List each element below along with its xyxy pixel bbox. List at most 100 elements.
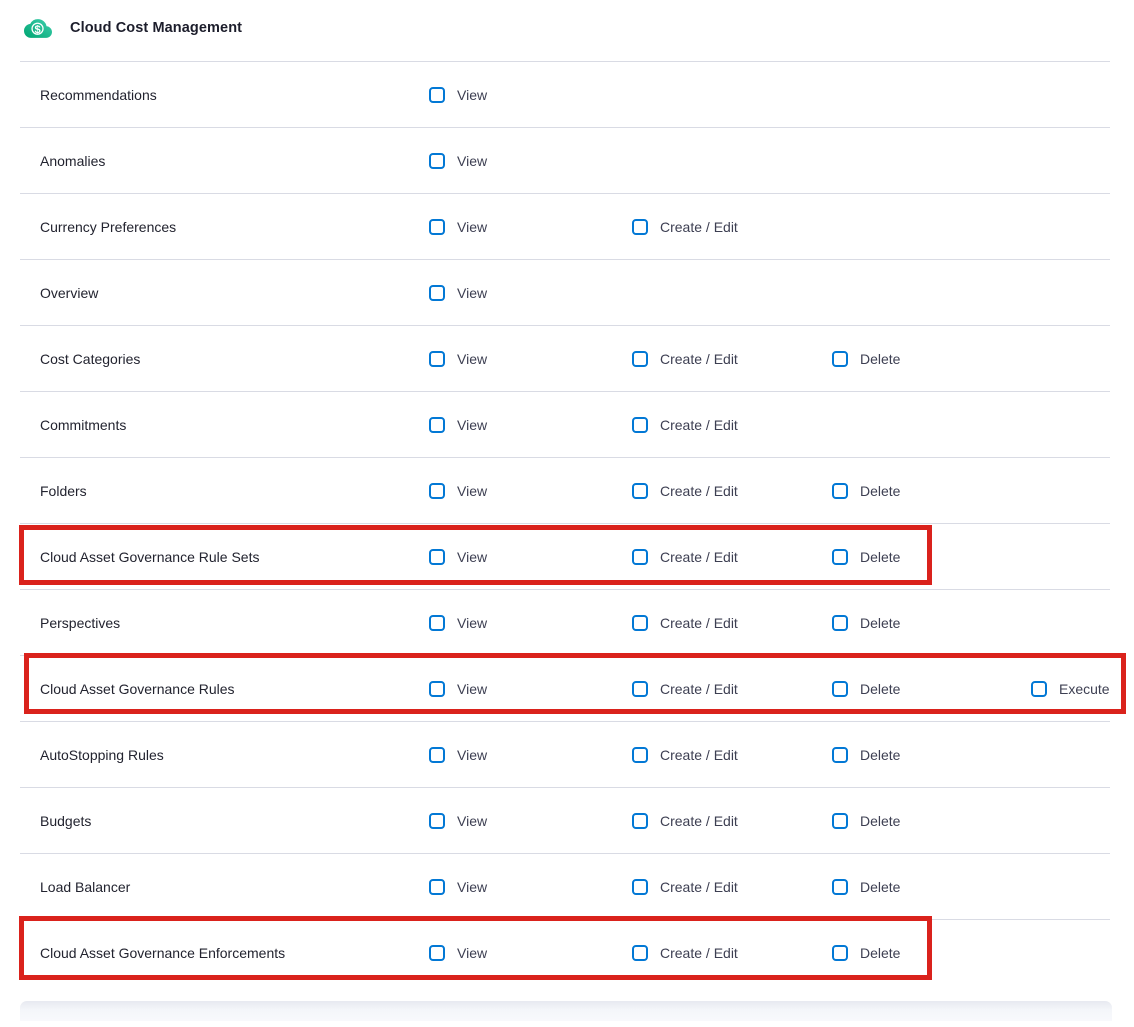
create-edit-cell: Create / Edit (632, 747, 832, 763)
checkbox-icon[interactable] (429, 549, 445, 565)
checkbox-icon[interactable] (832, 945, 848, 961)
checkbox-icon[interactable] (832, 549, 848, 565)
checkbox-icon[interactable] (429, 879, 445, 895)
section-header: $ Cloud Cost Management (24, 11, 242, 45)
checkbox-icon[interactable] (429, 351, 445, 367)
checkbox-icon[interactable] (832, 483, 848, 499)
view-cell: View (429, 549, 632, 565)
checkbox-icon[interactable] (429, 153, 445, 169)
checkbox-icon[interactable] (429, 219, 445, 235)
checkbox-label: View (457, 615, 487, 631)
view-cell: View (429, 813, 632, 829)
checkbox-icon[interactable] (632, 879, 648, 895)
create-edit-checkbox[interactable]: Create / Edit (632, 351, 738, 367)
delete-checkbox[interactable]: Delete (832, 351, 900, 367)
delete-checkbox[interactable]: Delete (832, 747, 900, 763)
execute-checkbox[interactable]: Execute (1031, 681, 1110, 697)
delete-cell: Delete (832, 747, 1031, 763)
delete-cell: Delete (832, 483, 1031, 499)
checkbox-icon[interactable] (632, 219, 648, 235)
create-edit-checkbox[interactable]: Create / Edit (632, 879, 738, 895)
checkbox-icon[interactable] (832, 879, 848, 895)
view-checkbox[interactable]: View (429, 813, 487, 829)
delete-checkbox[interactable]: Delete (832, 813, 900, 829)
checkbox-icon[interactable] (429, 813, 445, 829)
permission-row: Anomalies View (20, 127, 1110, 193)
create-edit-checkbox[interactable]: Create / Edit (632, 219, 738, 235)
delete-checkbox[interactable]: Delete (832, 945, 900, 961)
checkbox-icon[interactable] (429, 285, 445, 301)
permission-row: OverviewView (20, 259, 1110, 325)
view-checkbox[interactable]: View (429, 285, 487, 301)
view-checkbox[interactable]: View (429, 219, 487, 235)
view-checkbox[interactable]: View (429, 747, 487, 763)
checkbox-label: Delete (860, 681, 900, 697)
resource-name: AutoStopping Rules (40, 747, 164, 763)
create-edit-checkbox[interactable]: Create / Edit (632, 945, 738, 961)
checkbox-label: Delete (860, 615, 900, 631)
checkbox-icon[interactable] (832, 813, 848, 829)
view-cell: View (429, 219, 632, 235)
checkbox-icon[interactable] (832, 615, 848, 631)
checkbox-icon[interactable] (429, 681, 445, 697)
checkbox-icon[interactable] (429, 747, 445, 763)
create-edit-checkbox[interactable]: Create / Edit (632, 417, 738, 433)
checkbox-icon[interactable] (832, 351, 848, 367)
checkbox-icon[interactable] (1031, 681, 1047, 697)
delete-checkbox[interactable]: Delete (832, 483, 900, 499)
checkbox-label: Delete (860, 483, 900, 499)
checkbox-icon[interactable] (429, 945, 445, 961)
checkbox-icon[interactable] (632, 483, 648, 499)
view-checkbox[interactable]: View (429, 483, 487, 499)
delete-checkbox[interactable]: Delete (832, 549, 900, 565)
checkbox-icon[interactable] (832, 747, 848, 763)
checkbox-icon[interactable] (429, 417, 445, 433)
view-checkbox[interactable]: View (429, 351, 487, 367)
checkbox-icon[interactable] (632, 747, 648, 763)
checkbox-icon[interactable] (632, 945, 648, 961)
delete-checkbox[interactable]: Delete (832, 681, 900, 697)
checkbox-icon[interactable] (832, 681, 848, 697)
permission-row: Cloud Asset Governance RulesViewCreate /… (20, 655, 1110, 721)
view-checkbox[interactable]: View (429, 87, 487, 103)
checkbox-icon[interactable] (632, 615, 648, 631)
view-cell: View (429, 615, 632, 631)
permissions-page: $ Cloud Cost Management RecommendationsV… (0, 0, 1134, 1027)
checkbox-icon[interactable] (632, 813, 648, 829)
checkbox-icon[interactable] (429, 615, 445, 631)
section-title: Cloud Cost Management (70, 20, 242, 36)
permission-row: Cost CategoriesViewCreate / EditDelete (20, 325, 1110, 391)
delete-checkbox[interactable]: Delete (832, 615, 900, 631)
view-checkbox[interactable]: View (429, 945, 487, 961)
checkbox-icon[interactable] (429, 483, 445, 499)
checkbox-icon[interactable] (429, 87, 445, 103)
permission-row: CommitmentsViewCreate / Edit (20, 391, 1110, 457)
view-checkbox[interactable]: View (429, 615, 487, 631)
view-checkbox[interactable]: View (429, 417, 487, 433)
checkbox-label: View (457, 87, 487, 103)
view-checkbox[interactable]: View (429, 879, 487, 895)
create-edit-cell: Create / Edit (632, 945, 832, 961)
view-checkbox[interactable]: View (429, 681, 487, 697)
checkbox-icon[interactable] (632, 681, 648, 697)
checkbox-icon[interactable] (632, 549, 648, 565)
create-edit-cell: Create / Edit (632, 483, 832, 499)
create-edit-checkbox[interactable]: Create / Edit (632, 681, 738, 697)
view-cell: View (429, 417, 632, 433)
view-checkbox[interactable]: View (429, 153, 487, 169)
checkbox-label: Delete (860, 351, 900, 367)
permission-row: Currency PreferencesViewCreate / Edit (20, 193, 1110, 259)
create-edit-checkbox[interactable]: Create / Edit (632, 615, 738, 631)
create-edit-checkbox[interactable]: Create / Edit (632, 813, 738, 829)
checkbox-icon[interactable] (632, 351, 648, 367)
create-edit-checkbox[interactable]: Create / Edit (632, 483, 738, 499)
checkbox-icon[interactable] (632, 417, 648, 433)
permissions-list: RecommendationsViewAnomaliesViewCurrency… (20, 61, 1110, 985)
resource-name: Anomalies (40, 153, 105, 169)
create-edit-checkbox[interactable]: Create / Edit (632, 747, 738, 763)
view-checkbox[interactable]: View (429, 549, 487, 565)
checkbox-label: View (457, 417, 487, 433)
create-edit-checkbox[interactable]: Create / Edit (632, 549, 738, 565)
create-edit-cell: Create / Edit (632, 351, 832, 367)
delete-checkbox[interactable]: Delete (832, 879, 900, 895)
